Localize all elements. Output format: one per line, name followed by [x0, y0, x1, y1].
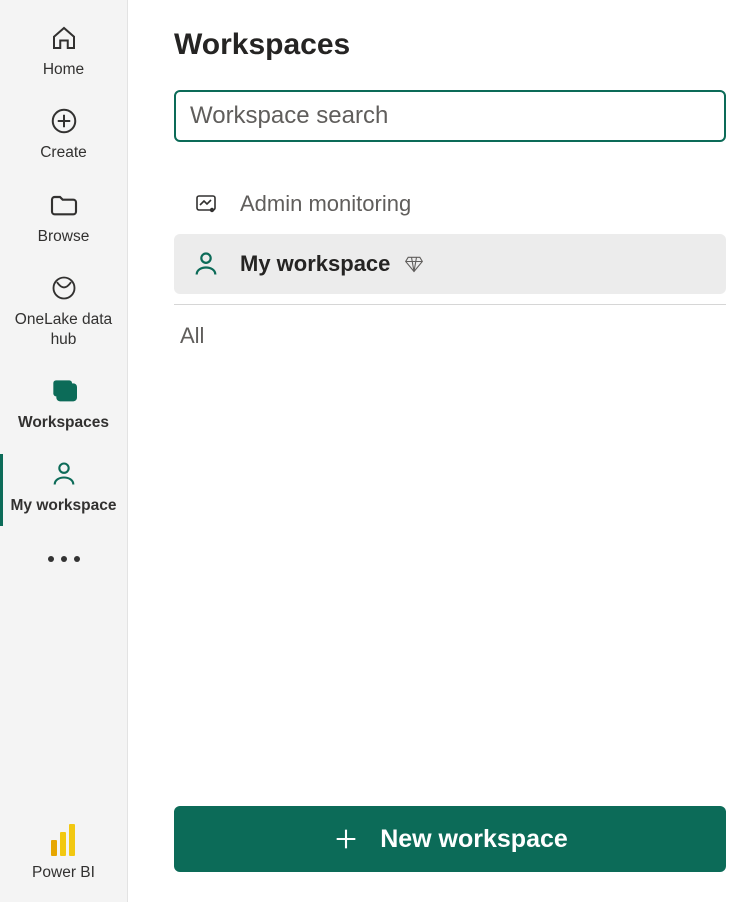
- monitoring-icon: [192, 190, 220, 218]
- workspaces-icon: [48, 375, 80, 407]
- workspace-item-my-workspace[interactable]: My workspace: [174, 234, 726, 294]
- workspace-search-input[interactable]: [190, 102, 710, 130]
- premium-diamond-icon: [404, 254, 424, 274]
- brand-label: Power BI: [32, 864, 95, 882]
- power-bi-icon: [51, 824, 77, 856]
- nav-label: Workspaces: [18, 413, 109, 432]
- nav-label: My workspace: [11, 496, 117, 515]
- nav-create[interactable]: Create: [0, 95, 127, 178]
- nav-my-workspace[interactable]: My workspace: [0, 448, 127, 531]
- new-workspace-button[interactable]: New workspace: [174, 806, 726, 872]
- search-container: [174, 90, 726, 142]
- person-icon: [48, 458, 80, 490]
- nav-browse[interactable]: Browse: [0, 179, 127, 262]
- person-icon: [192, 250, 220, 278]
- onelake-icon: [48, 272, 80, 304]
- panel-title: Workspaces: [174, 28, 726, 62]
- new-workspace-label: New workspace: [380, 825, 568, 854]
- nav-label: OneLake data hub: [4, 310, 123, 349]
- plus-circle-icon: [48, 105, 80, 137]
- brand-power-bi[interactable]: Power BI: [0, 824, 127, 902]
- workspace-item-admin-monitoring[interactable]: Admin monitoring: [174, 174, 726, 234]
- divider: [174, 304, 726, 305]
- nav-workspaces[interactable]: Workspaces: [0, 365, 127, 448]
- workspace-item-label: My workspace: [240, 251, 390, 277]
- nav-more[interactable]: [0, 532, 127, 586]
- sidebar: Home Create Browse OneLake data hub Work…: [0, 0, 128, 902]
- workspaces-panel: Workspaces Admin monitoring My workspace…: [128, 0, 750, 902]
- nav-home[interactable]: Home: [0, 12, 127, 95]
- folder-icon: [48, 189, 80, 221]
- nav-label: Home: [43, 60, 84, 79]
- workspace-item-label: Admin monitoring: [240, 191, 411, 217]
- nav-label: Create: [40, 143, 87, 162]
- home-icon: [48, 22, 80, 54]
- section-all-label: All: [174, 323, 726, 349]
- nav-label: Browse: [38, 227, 90, 246]
- plus-icon: [332, 825, 360, 853]
- nav-onelake[interactable]: OneLake data hub: [0, 262, 127, 365]
